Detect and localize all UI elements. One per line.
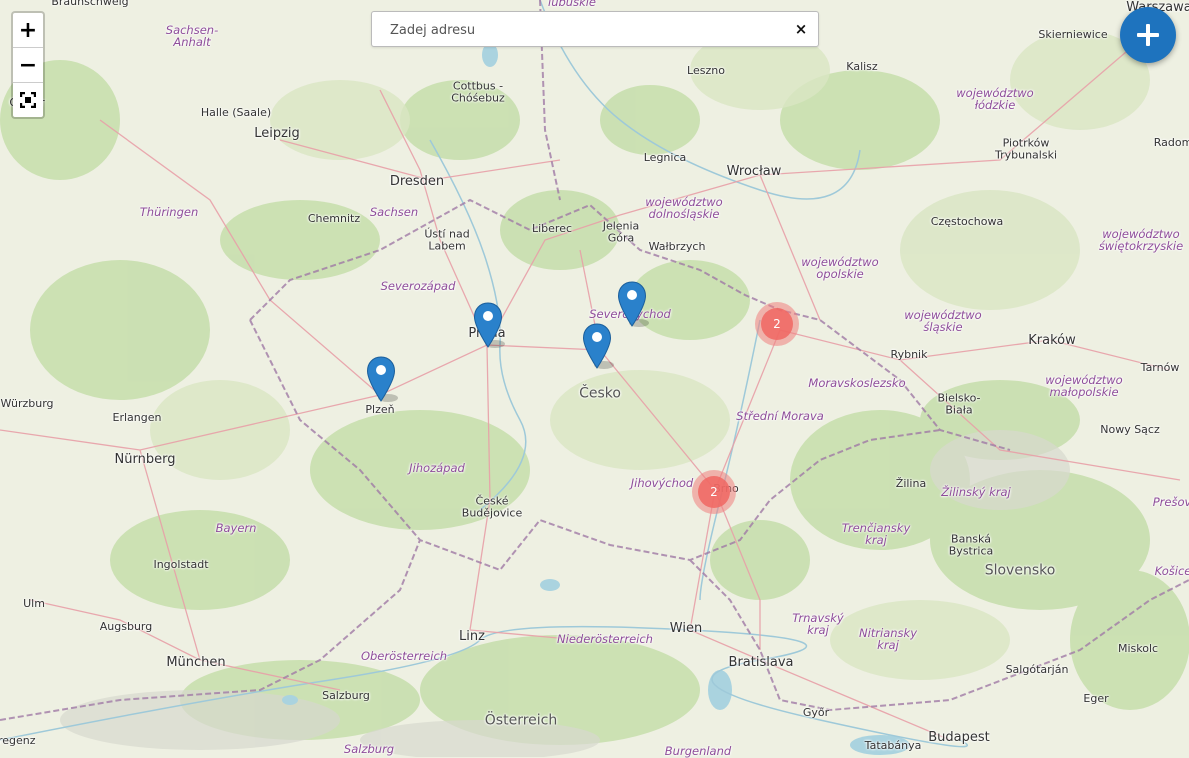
map-label: Braunschweig bbox=[51, 0, 129, 9]
map-label: województwo śląskie bbox=[904, 307, 982, 334]
marker-praha[interactable] bbox=[473, 302, 505, 348]
map-label: Salzburg bbox=[343, 741, 395, 756]
map-label: Tatabánya bbox=[864, 739, 922, 753]
map-label: Trenčiansky kraj bbox=[841, 520, 911, 547]
map-label: Tarnów bbox=[1140, 361, 1180, 375]
map-label: Žilinský kraj bbox=[941, 484, 1011, 499]
map-label: Trnavský kraj bbox=[792, 610, 844, 637]
zoom-out-button[interactable]: − bbox=[13, 48, 43, 83]
map-label: Budapest bbox=[928, 730, 990, 746]
map-label: Kalisz bbox=[846, 60, 878, 74]
map-label: Leszno bbox=[687, 64, 725, 78]
map-label: Niederösterreich bbox=[557, 631, 653, 646]
map-label: Częstochowa bbox=[930, 215, 1004, 229]
map-label: Nürnberg bbox=[114, 452, 176, 468]
map-label: Ingolstadt bbox=[153, 558, 209, 572]
marker-plzen[interactable] bbox=[366, 356, 398, 402]
map-label: Banská Bystrica bbox=[948, 532, 994, 557]
map-label: województwo łódzkie bbox=[956, 85, 1034, 112]
marker-cluster[interactable]: 2 bbox=[692, 470, 736, 514]
add-button[interactable] bbox=[1120, 7, 1176, 63]
marker-severovychod[interactable] bbox=[617, 281, 649, 327]
map-label: województwo małopolskie bbox=[1045, 372, 1123, 399]
map-label: Miskolc bbox=[1117, 642, 1159, 656]
map-label: Halle (Saale) bbox=[200, 106, 272, 120]
map-label: Slovensko bbox=[984, 562, 1056, 579]
map-label: województwo dolnośląskie bbox=[645, 194, 723, 221]
map-label: Piotrków Trybunalski bbox=[994, 136, 1058, 161]
map-pin-icon bbox=[473, 302, 505, 348]
cluster-count: 2 bbox=[698, 476, 730, 508]
map-label: Ulm bbox=[23, 597, 45, 611]
map-label: Jihovýchod bbox=[630, 475, 694, 490]
cluster-count: 2 bbox=[761, 308, 793, 340]
map-label: Wien bbox=[669, 621, 703, 637]
map-label: Bratislava bbox=[728, 655, 794, 671]
map-label: München bbox=[166, 655, 226, 671]
clear-search-button[interactable]: × bbox=[792, 20, 810, 38]
map-label: Linz bbox=[459, 629, 485, 645]
map-label: Košice bbox=[1154, 563, 1189, 578]
map-label: Leipzig bbox=[254, 126, 300, 142]
map-label: Kraków bbox=[1028, 333, 1076, 349]
map-label: Ústí nad Labem bbox=[424, 227, 470, 252]
marker-cesko[interactable] bbox=[582, 323, 614, 369]
address-search-input[interactable] bbox=[372, 12, 792, 48]
map-label: lubuskie bbox=[548, 0, 596, 9]
map-pin-icon bbox=[582, 323, 614, 369]
marker-cluster[interactable]: 2 bbox=[755, 302, 799, 346]
map-label: Burgenland bbox=[664, 743, 732, 758]
map-label: Prešov bbox=[1152, 494, 1189, 509]
map-label: Győr bbox=[802, 706, 830, 720]
address-search: × bbox=[371, 11, 819, 48]
map-label: Sachsen bbox=[369, 204, 419, 219]
map-label: Cottbus - Chóśebuz bbox=[451, 79, 505, 104]
map-label: České Budějovice bbox=[461, 494, 523, 519]
map-label: Salzburg bbox=[322, 689, 370, 703]
map-label: Nitriansky kraj bbox=[858, 625, 918, 652]
map-label: Žilina bbox=[895, 477, 927, 491]
map-label: Eger bbox=[1083, 692, 1109, 706]
map-label: Erlangen bbox=[112, 411, 162, 425]
zoom-in-button[interactable]: + bbox=[13, 13, 43, 48]
map-label: Thüringen bbox=[139, 204, 199, 219]
map-label: Sachsen- Anhalt bbox=[165, 22, 219, 49]
map-pin-icon bbox=[366, 356, 398, 402]
map-label: Severozápad bbox=[380, 278, 456, 293]
map-label: Moravskoslezsko bbox=[808, 375, 906, 390]
map-label: Plzeň bbox=[365, 403, 395, 417]
fullscreen-icon bbox=[20, 92, 36, 108]
map-pin-icon bbox=[617, 281, 649, 327]
map-label: województwo świętokrzyskie bbox=[1098, 226, 1184, 253]
fullscreen-button[interactable] bbox=[13, 83, 43, 117]
map-label: Radom bbox=[1153, 136, 1189, 150]
map-label: Legnica bbox=[643, 151, 687, 165]
map-label: Chemnitz bbox=[307, 212, 361, 226]
map-label: Skierniewice bbox=[1038, 28, 1108, 42]
map-label: Rybnik bbox=[890, 348, 928, 362]
map-label: Augsburg bbox=[99, 620, 153, 634]
zoom-control: + − bbox=[11, 11, 45, 119]
map-label: Oberösterreich bbox=[360, 648, 448, 663]
map-label: Střední Morava bbox=[736, 408, 824, 423]
map-label: Bielsko- Biała bbox=[937, 391, 981, 416]
map-label: Jelenia Góra bbox=[602, 219, 640, 244]
map-label: Wałbrzych bbox=[648, 240, 706, 254]
map-label: Würzburg bbox=[0, 397, 54, 411]
map-label: Dresden bbox=[389, 174, 445, 190]
map-label: Bregenz bbox=[0, 734, 36, 748]
map-label: Liberec bbox=[531, 222, 573, 236]
map-label: Nowy Sącz bbox=[1100, 423, 1160, 437]
map-label: Česko bbox=[579, 385, 621, 402]
map-label: Bayern bbox=[215, 520, 257, 535]
map-label: Salgótarján bbox=[1005, 663, 1069, 677]
map-label: województwo opolskie bbox=[801, 254, 879, 281]
map[interactable]: Braunschweig Sachsen- Anhalt lubuskie Warsza… bbox=[0, 0, 1189, 757]
map-label: Österreich bbox=[484, 712, 558, 729]
map-label: Jihozápad bbox=[409, 460, 465, 475]
plus-icon bbox=[1137, 24, 1159, 46]
map-label: Wrocław bbox=[726, 164, 782, 180]
